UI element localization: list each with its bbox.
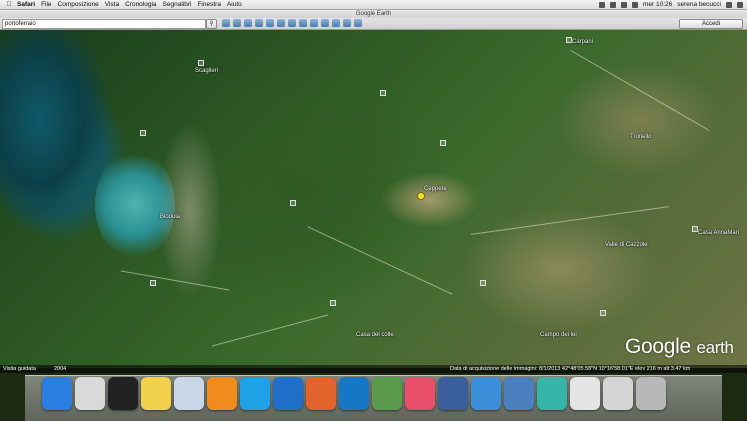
battery-icon[interactable] [631,1,638,8]
printer-icon[interactable] [75,377,105,410]
safari-icon[interactable] [471,377,501,410]
status-bar: Visita guidata 2004 Data di acquisizione… [0,365,747,373]
placemark-icon[interactable] [233,19,241,27]
place-marker[interactable] [140,130,146,136]
place-marker[interactable] [440,140,446,146]
search-input[interactable]: portoferraio [2,19,206,29]
menu-vista[interactable]: Vista [105,0,119,9]
status-menus: mer 10:26 serena becucci [598,0,743,9]
hide-sidebar-icon[interactable] [222,19,230,27]
label-valle-cazzole[interactable]: Valle di Cazzole [605,242,648,248]
dropbox-icon[interactable] [598,1,605,8]
email-icon[interactable] [332,19,340,27]
menu-file[interactable]: File [41,0,51,9]
menu-app-name[interactable]: Safari [17,0,35,9]
imagery-year[interactable]: 2004 [54,365,66,373]
path-icon[interactable] [255,19,263,27]
road [570,50,710,131]
menu-finestra[interactable]: Finestra [197,0,220,9]
menu-aiuto[interactable]: Aiuto [227,0,242,9]
historical-imagery-icon[interactable] [288,19,296,27]
place-marker[interactable] [198,60,204,66]
maps-app-icon[interactable] [537,377,567,410]
label-scaglieri[interactable]: Scaglieri [195,68,218,74]
openoffice-icon[interactable] [273,377,303,410]
user-name[interactable]: serena becucci [677,0,721,9]
spotlight-icon[interactable] [726,1,732,8]
ibooks-icon[interactable] [207,377,237,410]
place-marker[interactable] [330,300,336,306]
label-casa-del-colle[interactable]: Casa del colle [356,332,394,338]
planets-icon[interactable] [310,19,318,27]
skype-icon[interactable] [240,377,270,410]
stickies-icon[interactable] [141,377,171,410]
tour-guide-button[interactable]: Visita guidata [3,365,36,373]
window-title: Google Earth [355,11,392,17]
logo-google-text: Google [625,335,691,358]
photos-icon[interactable] [372,377,402,410]
toolbar: portoferraio ⚲ Accedi [0,18,747,30]
sun-icon[interactable] [299,19,307,27]
wifi-icon[interactable] [609,1,616,8]
preview-icon[interactable] [174,377,204,410]
road [307,226,453,295]
clock[interactable]: mer 10:26 [643,0,672,9]
menu-cronologia[interactable]: Cronologia [125,0,156,9]
maps-icon[interactable] [354,19,362,27]
search-button[interactable]: ⚲ [206,19,217,29]
label-campo-dei-lei[interactable]: Campo dei lei [540,332,577,338]
trash-icon[interactable] [636,377,666,410]
google-earth-icon[interactable] [438,377,468,410]
overlay-icon[interactable] [266,19,274,27]
tour-icon[interactable] [277,19,285,27]
ruler-icon[interactable] [321,19,329,27]
documents-stack-icon[interactable] [570,377,600,410]
place-marker[interactable] [480,280,486,286]
place-marker[interactable] [380,90,386,96]
google-earth-logo: Google earth [625,335,734,359]
print-icon[interactable] [343,19,351,27]
menu-composizione[interactable]: Composizione [58,0,99,9]
label-casa-annamaria[interactable]: Casa AnnaMari [698,230,739,236]
place-marker[interactable] [150,280,156,286]
itunes-icon[interactable] [405,377,435,410]
finder-icon[interactable] [42,377,72,410]
notification-center-icon[interactable] [737,1,743,8]
app-store-icon[interactable] [504,377,534,410]
place-marker[interactable] [290,200,296,206]
toolbar-tools [222,19,362,27]
polygon-icon[interactable] [244,19,252,27]
ceppete-pin-icon[interactable] [417,192,425,200]
dashboard-icon[interactable] [108,377,138,410]
firefox-icon[interactable] [306,377,336,410]
search-icon: ⚲ [209,21,214,27]
menu-segnalibri[interactable]: Segnalibri [163,0,192,9]
downloads-stack-icon[interactable] [603,377,633,410]
volume-icon[interactable] [620,1,627,8]
logo-earth-text: earth [696,338,734,357]
earth-map-view[interactable]: Scaglieri Carpani Ceppete Trunello Casa … [0,30,747,368]
label-carpani[interactable]: Carpani [572,39,593,45]
dock-icons [42,377,666,410]
coordinates-readout: Data di acquisizione delle immagini: 8/1… [450,366,691,372]
window-titlebar: Google Earth [0,10,747,18]
label-trunello[interactable]: Trunello [630,134,651,140]
label-biodola[interactable]: Biodola [160,214,180,220]
road [470,206,670,235]
teamviewer-icon[interactable] [339,377,369,410]
menu-bar:  Safari File Composizione Vista Cronolo… [0,0,747,10]
place-marker[interactable] [600,310,606,316]
apple-icon[interactable]:  [4,0,14,9]
label-ceppete[interactable]: Ceppete [424,186,447,192]
signin-button[interactable]: Accedi [679,19,743,29]
